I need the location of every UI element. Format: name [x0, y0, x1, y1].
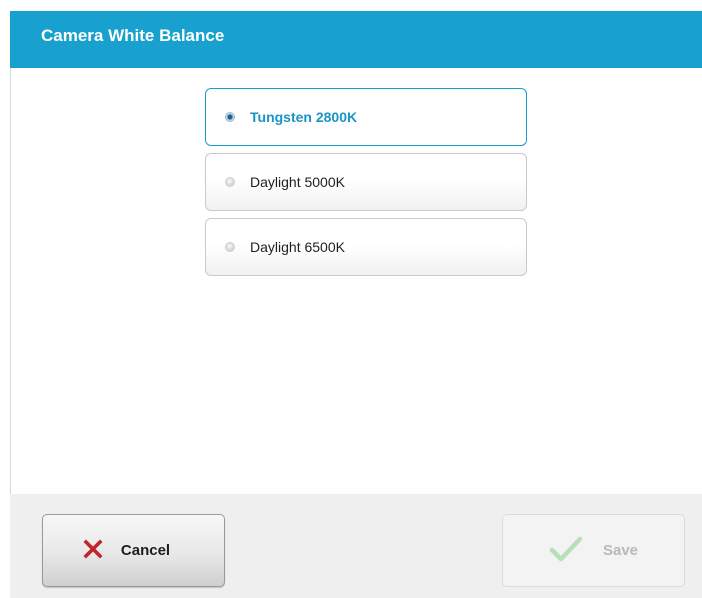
checkmark-icon	[549, 536, 583, 566]
close-icon	[83, 538, 103, 563]
cancel-label: Cancel	[120, 542, 171, 559]
radio-icon	[225, 112, 235, 122]
option-tungsten-2800k[interactable]: Tungsten 2800K	[205, 88, 527, 146]
option-daylight-6500k[interactable]: Daylight 6500K	[205, 218, 527, 276]
radio-icon	[225, 242, 235, 252]
dialog-title: Camera White Balance	[41, 25, 225, 45]
save-label: Save	[602, 542, 639, 559]
save-button[interactable]: Save	[502, 514, 685, 587]
option-label: Daylight 5000K	[250, 174, 345, 190]
white-balance-options: Tungsten 2800K Daylight 5000K Daylight 6…	[205, 88, 527, 283]
option-label: Daylight 6500K	[250, 239, 345, 255]
top-gap	[0, 0, 702, 11]
camera-white-balance-dialog: Camera White Balance Tungsten 2800K Dayl…	[0, 0, 702, 598]
cancel-button[interactable]: Cancel	[42, 514, 225, 587]
option-label: Tungsten 2800K	[250, 109, 358, 125]
dialog-footer: Cancel Save	[10, 494, 702, 598]
option-daylight-5000k[interactable]: Daylight 5000K	[205, 153, 527, 211]
dialog-header: Camera White Balance	[10, 11, 702, 68]
radio-icon	[225, 177, 235, 187]
